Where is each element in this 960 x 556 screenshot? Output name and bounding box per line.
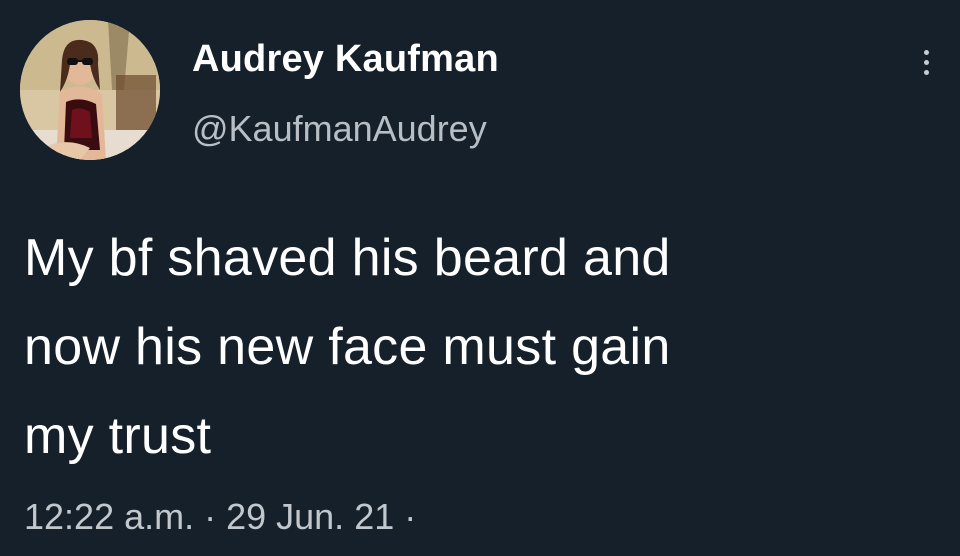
- author-handle[interactable]: @KaufmanAudrey: [192, 108, 487, 150]
- tweet-card: Audrey Kaufman @KaufmanAudrey My bf shav…: [0, 0, 960, 556]
- avatar[interactable]: [20, 20, 160, 160]
- more-options-button[interactable]: [910, 40, 942, 84]
- ellipsis-dot: [923, 59, 929, 65]
- vertical-ellipsis-icon: [923, 49, 929, 55]
- tweet-timestamp[interactable]: 12:22 a.m. · 29 Jun. 21 ·: [24, 496, 416, 538]
- tweet-text: My bf shaved his beard and now his new f…: [24, 229, 671, 465]
- profile-photo-icon: [20, 20, 160, 160]
- author-display-name[interactable]: Audrey Kaufman: [192, 38, 499, 81]
- ellipsis-dot: [923, 69, 929, 75]
